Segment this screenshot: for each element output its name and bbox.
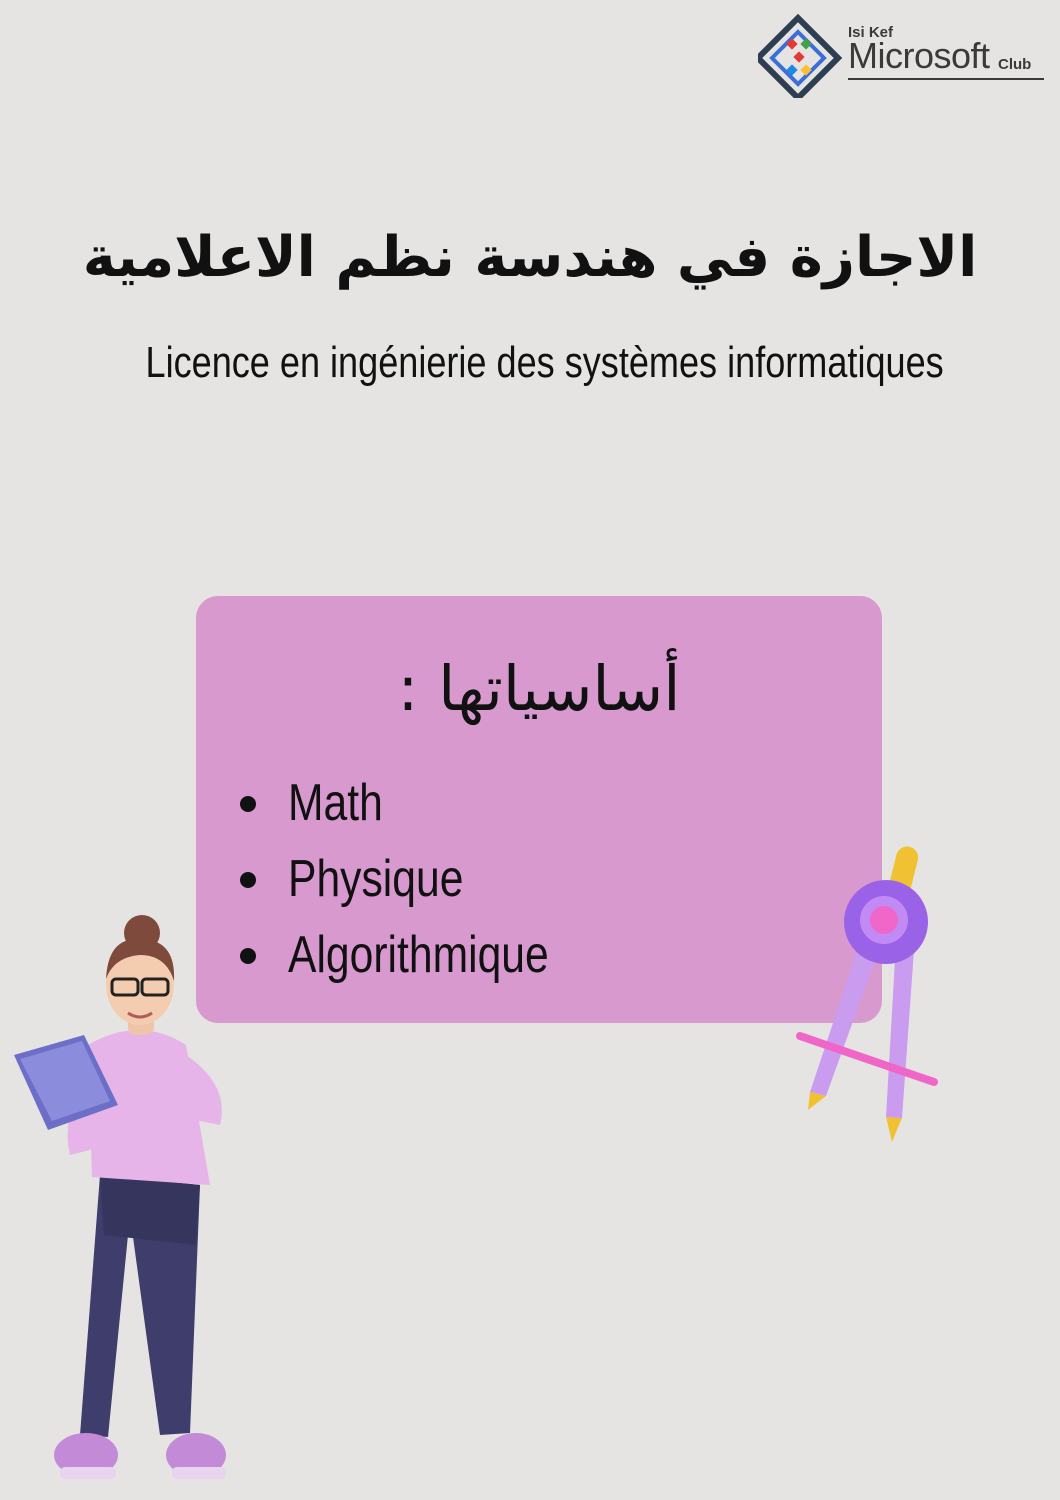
woman-with-book-illustration <box>14 915 226 1479</box>
card-heading: أساسياتها : <box>397 652 681 725</box>
list-item-label: Math <box>288 774 383 832</box>
list-item-label: Algorithmique <box>288 926 549 984</box>
list-item-label: Physique <box>288 850 464 908</box>
logo-brand-text: Microsoft <box>848 35 990 76</box>
bullet-icon <box>240 796 256 812</box>
logo-underline <box>848 78 1044 80</box>
club-logo: Isi Kef Microsoft Club <box>758 14 1048 98</box>
page-title-arabic: الاجازة في هندسة نظم الاعلامية <box>82 225 978 290</box>
logo-club-text: Club <box>998 56 1032 73</box>
fundamentals-card: أساسياتها : Math Physique Algorithmique <box>196 596 882 1023</box>
club-logo-mark-icon <box>758 14 843 98</box>
drawing-compass-illustration <box>796 846 938 1142</box>
page-title-french: Licence en ingénierie des systèmes infor… <box>145 338 944 387</box>
bullet-icon <box>240 872 256 888</box>
